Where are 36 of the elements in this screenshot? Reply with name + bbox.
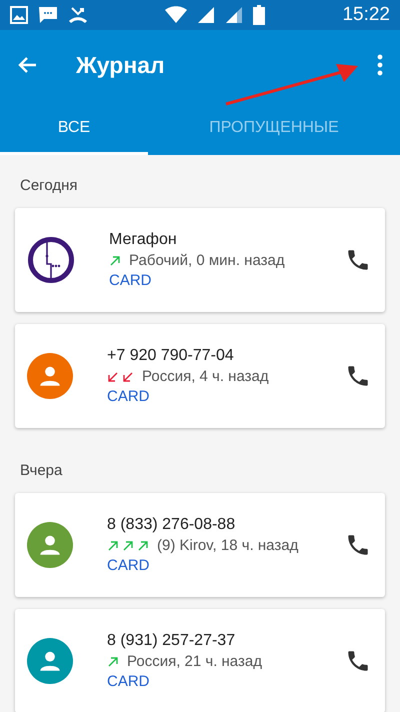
signal-icon xyxy=(225,6,244,24)
missed-arrow-icon xyxy=(122,370,134,382)
caller-name: 8 (833) 276-08-88 xyxy=(107,516,236,534)
call-detail: Россия, 4 ч. назад xyxy=(142,368,269,385)
card-link[interactable]: CARD xyxy=(107,388,345,405)
outgoing-arrow-icon xyxy=(122,540,134,552)
toolbar-title: Журнал xyxy=(76,52,165,78)
outgoing-arrow-icon xyxy=(107,656,119,668)
caller-name: Мегафон xyxy=(109,231,178,249)
card-link[interactable]: CARD xyxy=(109,272,345,289)
wifi-icon xyxy=(165,6,188,24)
section-header: Сегодня xyxy=(19,176,78,196)
image-icon xyxy=(10,6,28,24)
tab[interactable]: ВСЕ xyxy=(0,100,148,155)
card-link[interactable]: CARD xyxy=(107,673,345,690)
card-link[interactable]: CARD xyxy=(107,557,345,574)
call-detail: Рабочий, 0 мин. назад xyxy=(129,252,285,269)
outgoing-arrow-icon xyxy=(109,254,121,266)
more-icon xyxy=(376,53,384,77)
outgoing-arrow-icon xyxy=(137,540,149,552)
signal-icon xyxy=(197,6,216,24)
caller-name: +7 920 790-77-04 xyxy=(107,347,235,365)
call-card[interactable]: Мегафон Рабочий, 0 мин. назад CARD xyxy=(15,208,385,312)
missed-arrow-icon xyxy=(107,370,119,382)
missed-call-icon xyxy=(68,6,88,24)
call-detail: (9) Kirov, 18 ч. назад xyxy=(157,537,298,554)
section-header: Вчера xyxy=(19,461,64,481)
message-icon xyxy=(38,5,58,25)
battery-icon xyxy=(253,5,266,25)
call-card[interactable]: +7 920 790-77-04 Россия, 4 ч. назад CARD xyxy=(15,324,385,428)
call-card[interactable]: 8 (931) 257-27-37 Россия, 21 ч. назад CARD xyxy=(15,609,385,712)
caller-name: 8 (931) 257-27-37 xyxy=(107,632,236,650)
status-time: 15:22 xyxy=(342,4,390,26)
outgoing-arrow-icon xyxy=(107,540,119,552)
call-card[interactable]: 8 (833) 276-08-88 (9) Kirov, 18 ч. назад CARD xyxy=(15,493,385,597)
call-detail: Россия, 21 ч. назад xyxy=(127,653,262,670)
